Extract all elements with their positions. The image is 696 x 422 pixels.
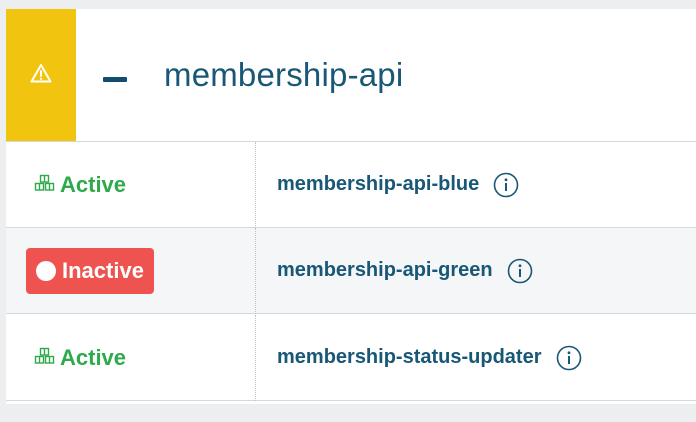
status-label: Active [60,344,127,370]
minus-icon [103,76,127,82]
service-name-cell: membership-status-updater [277,315,582,400]
warning-indicator [6,9,76,141]
circle-icon [36,261,56,281]
column-divider [255,315,256,401]
cubes-icon [34,172,56,198]
collapse-button[interactable] [98,64,132,94]
group-title: membership-api [164,56,404,93]
service-name-cell: membership-api-green [277,228,533,313]
cubes-icon [34,345,56,371]
status-label: Active [60,171,127,197]
info-icon[interactable] [556,345,582,371]
service-group-panel: membership-api Active membership-api-blu… [6,9,696,404]
status-inactive-badge: Inactive [26,248,154,294]
service-row: Active membership-status-updater [6,315,696,401]
column-divider [255,142,256,228]
service-row: Active membership-api-blue [6,142,696,228]
service-name-cell: membership-api-blue [277,142,519,227]
service-name[interactable]: membership-api-green [277,259,493,282]
column-divider [255,228,256,314]
status-label: Inactive [62,258,144,283]
service-name[interactable]: membership-api-blue [277,173,479,196]
service-row: Inactive membership-api-green [6,228,696,314]
info-icon[interactable] [493,172,519,198]
status-active: Active [34,315,126,400]
warning-triangle-icon [30,63,52,88]
group-header: membership-api [6,9,696,142]
status-active: Active [34,142,126,227]
info-icon[interactable] [507,258,533,284]
service-name[interactable]: membership-status-updater [277,346,542,369]
